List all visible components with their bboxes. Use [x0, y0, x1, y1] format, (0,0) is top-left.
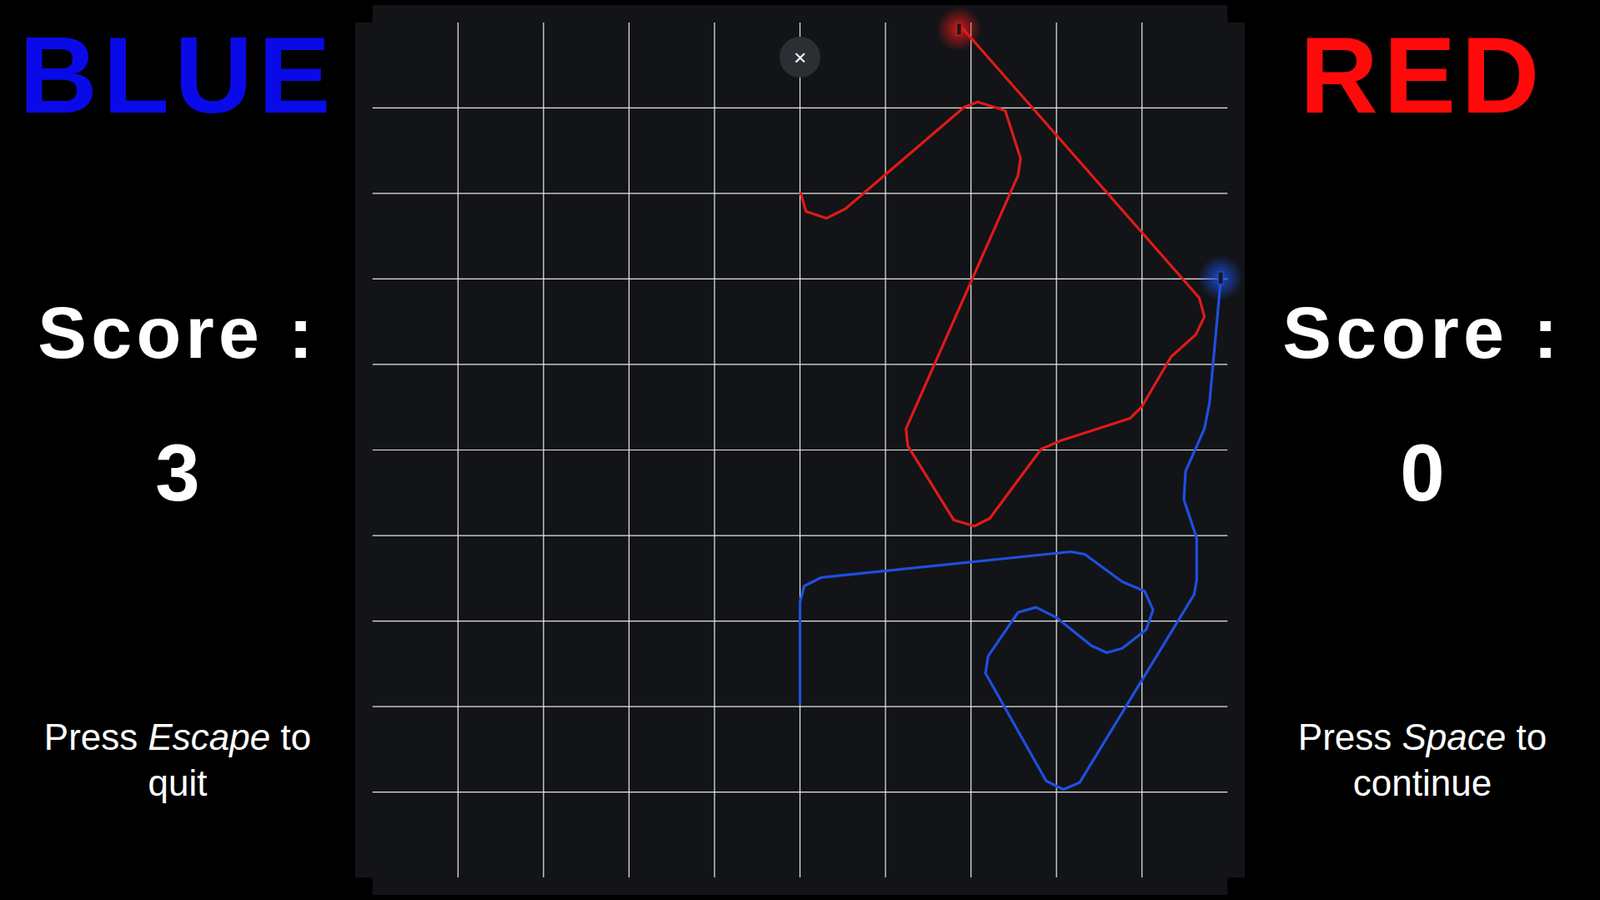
hint-text: Press	[44, 716, 149, 758]
cycle-head-glow	[1198, 255, 1244, 301]
light-trail	[800, 273, 1222, 789]
close-button[interactable]: ×	[779, 36, 821, 78]
score-label: Score :	[1282, 295, 1562, 370]
light-trail	[800, 25, 1204, 527]
player-name: BLUE	[19, 20, 337, 130]
score-value: 0	[1399, 432, 1445, 513]
score-value: 3	[155, 432, 200, 513]
score-label: Score :	[37, 295, 317, 370]
key-hint: Press Escape to quit	[23, 713, 332, 806]
light-cycle-icon	[1218, 271, 1224, 285]
grid	[372, 107, 1228, 792]
game-board: ×	[355, 0, 1245, 900]
arena	[355, 0, 1245, 900]
blue-panel: BLUE Score : 3 Press Escape to quit	[0, 0, 356, 900]
red-panel: RED Score : 0 Press Space to continue	[1244, 0, 1600, 900]
key-hint: Press Space to continue	[1268, 713, 1577, 806]
player-name: RED	[1299, 20, 1545, 130]
hint-text: Press	[1298, 716, 1403, 758]
light-cycle-icon	[956, 23, 962, 36]
hint-key: Space	[1402, 716, 1507, 758]
hint-key: Escape	[148, 716, 271, 758]
cycle-head-glow	[936, 6, 982, 52]
